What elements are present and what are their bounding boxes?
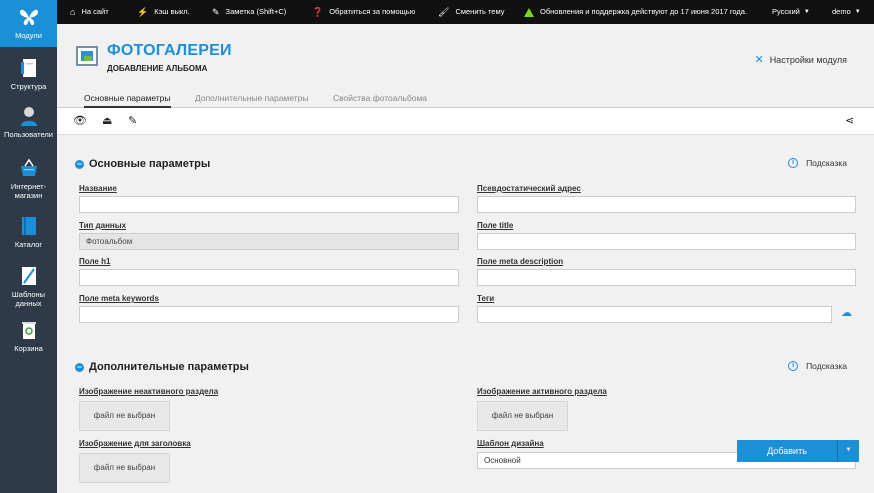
chevron-down-icon[interactable]: ▼	[837, 440, 859, 462]
cache-toggle[interactable]: ⚡ Кэш выкл.	[137, 0, 190, 24]
tab-main-params[interactable]: Основные параметры	[84, 93, 171, 108]
tab-extra-params[interactable]: Дополнительные параметры	[195, 93, 308, 103]
warning-icon	[524, 7, 534, 17]
tab-album-properties[interactable]: Свойства фотоальбома	[333, 93, 427, 103]
edit-icon: ✎	[212, 7, 220, 17]
inactive-image-file-button[interactable]: файл не выбран	[79, 401, 170, 431]
updates-notice[interactable]: Обновления и поддержка действуют до 17 и…	[524, 0, 747, 24]
trash-icon	[21, 322, 36, 339]
sidebar-item-label: Каталог	[14, 240, 43, 249]
alias-input[interactable]	[477, 196, 856, 213]
type-label: Тип данных	[79, 221, 127, 230]
chevron-down-icon: ▼	[803, 9, 810, 15]
users-icon	[20, 107, 37, 126]
cloud-icon[interactable]: ☁	[841, 306, 852, 319]
alias-label: Псевдостатический адрес	[477, 184, 581, 193]
eject-icon[interactable]: ⏏	[102, 114, 112, 127]
chevron-down-icon: ▼	[854, 9, 861, 15]
title-input[interactable]	[477, 233, 856, 250]
type-field: Фотоальбом	[79, 233, 459, 250]
page-title: ФОТОГАЛЕРЕИ	[107, 42, 232, 59]
h1-input[interactable]	[79, 269, 459, 286]
keywords-input[interactable]	[79, 306, 459, 323]
question-icon: ❓	[312, 7, 324, 17]
edit-icon[interactable]: ✎	[128, 114, 137, 127]
templates-icon	[21, 267, 36, 285]
sidebar-item-label: данных	[15, 299, 42, 308]
sidebar-item-structure[interactable]: Структура	[0, 47, 57, 99]
basket-icon	[20, 158, 37, 176]
page-subtitle: ДОБАВЛЕНИЕ АЛЬБОМА	[107, 64, 208, 73]
catalog-icon	[21, 217, 36, 235]
description-label: Поле meta description	[477, 257, 564, 266]
note-button[interactable]: ✎ Заметка (Shift+C)	[212, 0, 286, 24]
butterfly-icon	[19, 9, 38, 26]
header-image-file-button[interactable]: файл не выбран	[79, 453, 170, 483]
info-icon: i	[788, 361, 799, 371]
sidebar-item-shop[interactable]: Интернет- магазин	[0, 149, 57, 205]
page-header: ФОТОГАЛЕРЕИ ДОБАВЛЕНИЕ АЛЬБОМА ✕ Настрой…	[57, 24, 874, 90]
sidebar-item-label: Интернет-	[10, 182, 47, 191]
collapse-icon: −	[75, 361, 84, 372]
keywords-label: Поле meta keywords	[79, 294, 159, 303]
structure-icon	[20, 59, 36, 77]
top-bar: ⌂ На сайт ⚡ Кэш выкл. ✎ Заметка (Shift+C) ❓…	[57, 0, 874, 24]
help-button[interactable]: ❓ Обратиться за помощью	[312, 0, 415, 24]
left-sidebar: Модули Структура Пользователи Интернет- …	[0, 0, 57, 493]
info-icon: i	[788, 158, 799, 168]
module-settings-link[interactable]: ✕ Настройки модуля	[754, 53, 847, 66]
sidebar-item-catalog[interactable]: Каталог	[0, 205, 57, 253]
sidebar-item-label: Пользователи	[4, 130, 53, 139]
name-input[interactable]	[79, 196, 459, 213]
tools-icon: ✕	[754, 54, 764, 66]
section-extra-header[interactable]: − Дополнительные параметры	[75, 361, 249, 373]
sidebar-item-users[interactable]: Пользователи	[0, 99, 57, 149]
sidebar-item-label: Модули	[15, 31, 42, 40]
sidebar-item-label: Корзина	[14, 344, 43, 353]
active-image-file-button[interactable]: файл не выбран	[477, 401, 568, 431]
design-template-label: Шаблон дизайна	[477, 439, 544, 448]
tab-bar: Основные параметры Дополнительные параме…	[57, 90, 874, 108]
section-main-header[interactable]: − Основные параметры	[75, 158, 210, 170]
toolbar: 👁 ⏏ ✎ ⋖	[57, 108, 874, 135]
home-icon: ⌂	[70, 7, 76, 17]
language-select[interactable]: Русский ▼	[772, 0, 810, 24]
change-theme-button[interactable]: 🖌 Сменить тему	[438, 0, 504, 24]
go-to-site-link[interactable]: ⌂ На сайт	[70, 0, 109, 24]
title-label: Поле title	[477, 221, 514, 230]
view-icon[interactable]: 👁	[73, 114, 87, 127]
name-label: Название	[79, 184, 117, 193]
inactive-image-label: Изображение неактивного раздела	[79, 387, 219, 396]
header-image-label: Изображение для заголовка	[79, 439, 191, 448]
hint-link[interactable]: i Подсказка	[788, 158, 847, 168]
add-button[interactable]: Добавить ▼	[737, 440, 859, 462]
tags-label: Теги	[477, 294, 495, 303]
sidebar-item-trash[interactable]: Корзина	[0, 315, 57, 361]
hint-link[interactable]: i Подсказка	[788, 361, 847, 371]
collapse-icon: −	[75, 158, 84, 169]
brush-icon: 🖌	[438, 7, 450, 17]
photo-gallery-icon	[76, 46, 98, 66]
user-menu[interactable]: demo ▼	[832, 0, 861, 24]
h1-label: Поле h1	[79, 257, 111, 266]
sidebar-item-modules[interactable]: Модули	[0, 0, 57, 47]
sidebar-item-label: Шаблоны	[11, 290, 46, 299]
sidebar-item-label: Структура	[10, 82, 47, 91]
lightning-icon: ⚡	[137, 7, 149, 17]
share-icon[interactable]: ⋖	[845, 114, 854, 127]
description-input[interactable]	[477, 269, 856, 286]
active-image-label: Изображение активного раздела	[477, 387, 607, 396]
tags-input[interactable]	[477, 306, 832, 323]
sidebar-item-label: магазин	[14, 191, 43, 200]
sidebar-item-templates[interactable]: Шаблоны данных	[0, 253, 57, 315]
